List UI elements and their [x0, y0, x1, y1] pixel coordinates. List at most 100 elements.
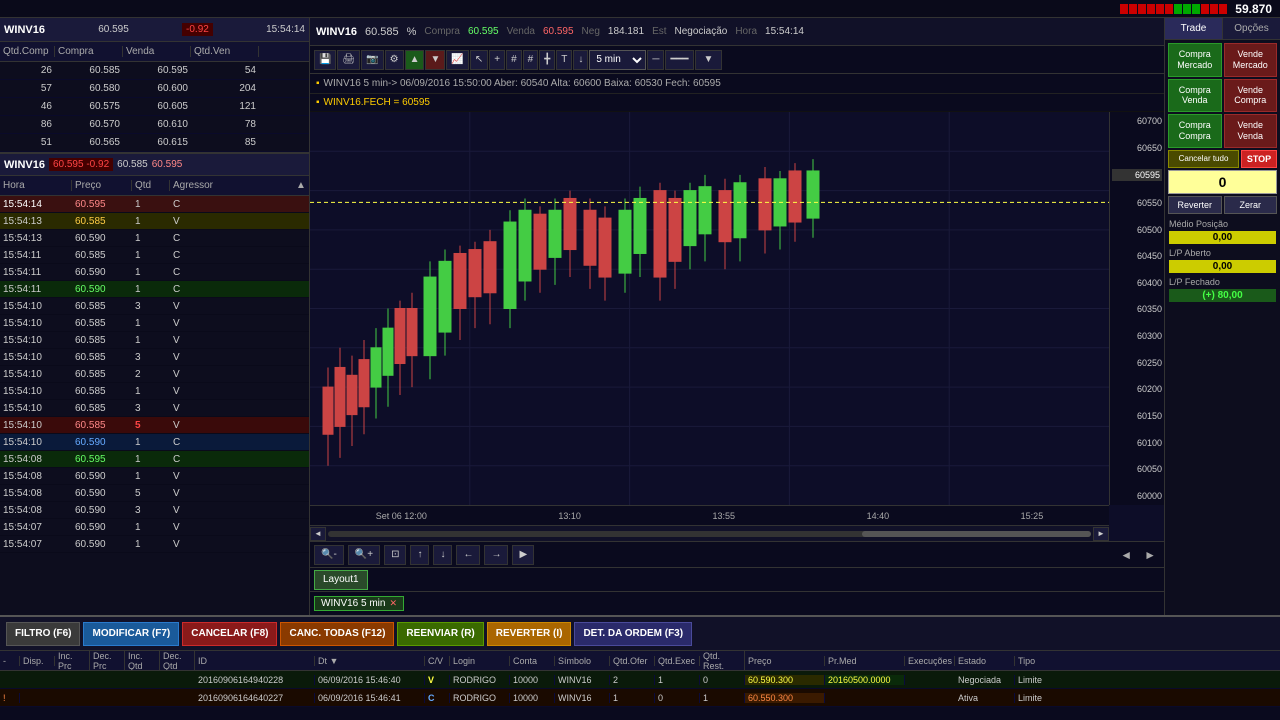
toolbar-arrow[interactable]: ↓ — [573, 50, 588, 70]
valor-medio: 0,00 — [1169, 231, 1276, 244]
tab-trade[interactable]: Trade — [1165, 18, 1223, 39]
book-row-compra-1: 60.585 — [55, 65, 123, 76]
toolbar-camera[interactable]: 📷 — [361, 50, 383, 70]
qty-input[interactable] — [1168, 170, 1277, 194]
orders-col-estado: Estado — [955, 656, 1015, 666]
price-label-60250: 60250 — [1112, 358, 1162, 368]
chart-scroll-up[interactable]: ↑ — [410, 545, 429, 565]
orders-col-prmed: Pr.Med — [825, 656, 905, 666]
time-label-4: 14:40 — [867, 511, 890, 521]
label-medio-posicao: Médio Posição — [1165, 217, 1280, 231]
btn-stop[interactable]: STOP — [1241, 150, 1277, 168]
toolbar-zoom[interactable]: + — [489, 50, 505, 70]
col-preco: Preço — [72, 180, 132, 191]
scroll-right[interactable]: ► — [1093, 527, 1109, 541]
btn-reverter[interactable]: Reverter — [1168, 196, 1222, 214]
price-label-60350: 60350 — [1112, 304, 1162, 314]
time-label-5: 15:25 — [1021, 511, 1044, 521]
toolbar-dash[interactable]: ━━━ — [665, 50, 693, 70]
chart-est-label: Est — [652, 26, 666, 37]
price-label-60595: 60595 — [1112, 169, 1162, 181]
price-label-60150: 60150 — [1112, 411, 1162, 421]
orders-col-dec-prc: Dec. Prc — [90, 651, 125, 671]
orders-col-preco: Preço — [745, 656, 825, 666]
left-pct: -0.92 — [182, 23, 213, 36]
scroll-left[interactable]: ◄ — [310, 527, 326, 541]
chart-scroll-right[interactable]: → — [484, 545, 508, 565]
layout-tab[interactable]: Layout1 — [314, 570, 368, 590]
btn-cancelar-tudo[interactable]: Cancelar tudo — [1168, 150, 1239, 168]
toolbar-text[interactable]: T — [556, 50, 572, 70]
chart-venda: 60.595 — [543, 26, 574, 37]
book-row-venda-1: 60.595 — [123, 65, 191, 76]
chart-compra: 60.595 — [468, 26, 499, 37]
chart-candle-icon: ▪ — [316, 78, 320, 89]
col-qtdven: Qtd.Ven — [191, 46, 259, 57]
wl-tab-close[interactable]: ✕ — [389, 598, 397, 609]
chart-symbol: WINV16 — [316, 26, 357, 38]
chart-zoom-minus[interactable]: 🔍- — [314, 545, 344, 565]
toolbar-trend[interactable]: 📈 — [446, 50, 468, 70]
toolbar-down[interactable]: ▼ — [425, 50, 445, 70]
left-time: 15:54:14 — [266, 24, 305, 35]
chart-nav-left[interactable]: ◄ — [1116, 548, 1136, 562]
btn-vende-compra[interactable]: VendeCompra — [1224, 79, 1278, 113]
btn-det-ordem[interactable]: DET. DA ORDEM (F3) — [574, 622, 692, 646]
orders-col-exec: Execuções — [905, 656, 955, 666]
btn-compra-venda[interactable]: CompraVenda — [1168, 79, 1222, 113]
orders-col-tipo: Tipo — [1015, 656, 1055, 666]
btn-reenviar[interactable]: REENVIAR (R) — [397, 622, 483, 646]
orders-col-simbolo: Símbolo — [555, 656, 610, 666]
time-label-2: 13:10 — [558, 511, 581, 521]
btn-compra-compra[interactable]: CompraCompra — [1168, 114, 1222, 148]
chart-scroll-left[interactable]: ← — [456, 545, 480, 565]
orders-col-check: - — [0, 656, 20, 666]
orders-col-qtdrest: Qtd. Rest. — [700, 651, 745, 671]
chart-hora: 15:54:14 — [765, 26, 804, 37]
scroll-up[interactable]: ▲ — [293, 180, 309, 191]
btn-reverter-bottom[interactable]: REVERTER (I) — [487, 622, 572, 646]
orders-col-qtdofer: Qtd.Ofer — [610, 656, 655, 666]
btn-modificar[interactable]: MODIFICAR (F7) — [83, 622, 179, 646]
tab-opcoes[interactable]: Opções — [1223, 18, 1280, 39]
chart-info-bar: WINV16 5 min-> 06/09/2016 15:50:00 Aber:… — [324, 78, 721, 89]
btn-compra-mercado[interactable]: CompraMercado — [1168, 43, 1222, 77]
toolbar-cursor[interactable]: ↖ — [470, 50, 488, 70]
btn-cancelar[interactable]: CANCELAR (F8) — [182, 622, 277, 646]
left-ult: 60.595 — [98, 24, 129, 35]
chart-compra-label: Compra — [424, 26, 460, 37]
time-label-3: 13:55 — [712, 511, 735, 521]
toolbar-plus[interactable]: ╋ — [539, 50, 555, 70]
toolbar-print[interactable]: 🖨 — [337, 50, 360, 70]
chart-play[interactable]: ▶ — [512, 545, 534, 565]
btn-vende-mercado[interactable]: VendeMercado — [1224, 43, 1278, 77]
orders-col-qtdexec: Qtd.Exec — [655, 656, 700, 666]
toolbar-save[interactable]: 💾 — [314, 50, 336, 70]
btn-canc-todas[interactable]: CANC. TODAS (F12) — [280, 622, 394, 646]
chart-fit[interactable]: ⊡ — [384, 545, 406, 565]
candlestick-chart — [310, 112, 1109, 505]
wl-tab[interactable]: WINV16 5 min ✕ — [314, 596, 404, 611]
toolbar-properties[interactable]: ⚙ — [385, 50, 404, 70]
price-label-60650: 60650 — [1112, 143, 1162, 153]
col-qtd: Qtd — [132, 180, 170, 191]
price-label-60200: 60200 — [1112, 384, 1162, 394]
book-row-qtdc-1: 26 — [0, 65, 55, 76]
chart-zoom-plus[interactable]: 🔍+ — [348, 545, 380, 565]
timeframe-select[interactable]: 5 min 1 min 15 min 30 min 1h — [589, 50, 646, 70]
price-label-60400: 60400 — [1112, 278, 1162, 288]
valor-lp-aberto: 0,00 — [1169, 260, 1276, 273]
btn-zerar[interactable]: Zerar — [1224, 196, 1278, 214]
btn-vende-venda[interactable]: VendeVenda — [1224, 114, 1278, 148]
orders-col-login: Login — [450, 656, 510, 666]
chart-hora-label: Hora — [735, 26, 757, 37]
toolbar-hash2[interactable]: # — [523, 50, 539, 70]
toolbar-indicator[interactable]: ▼ — [695, 50, 723, 70]
chart-scroll-down[interactable]: ↓ — [433, 545, 452, 565]
toolbar-hash[interactable]: # — [506, 50, 522, 70]
btn-filtro[interactable]: FILTRO (F6) — [6, 622, 80, 646]
price-label-60100: 60100 — [1112, 438, 1162, 448]
toolbar-up[interactable]: ▲ — [405, 50, 425, 70]
toolbar-line[interactable]: ─ — [647, 50, 664, 70]
chart-nav-right[interactable]: ► — [1140, 548, 1160, 562]
